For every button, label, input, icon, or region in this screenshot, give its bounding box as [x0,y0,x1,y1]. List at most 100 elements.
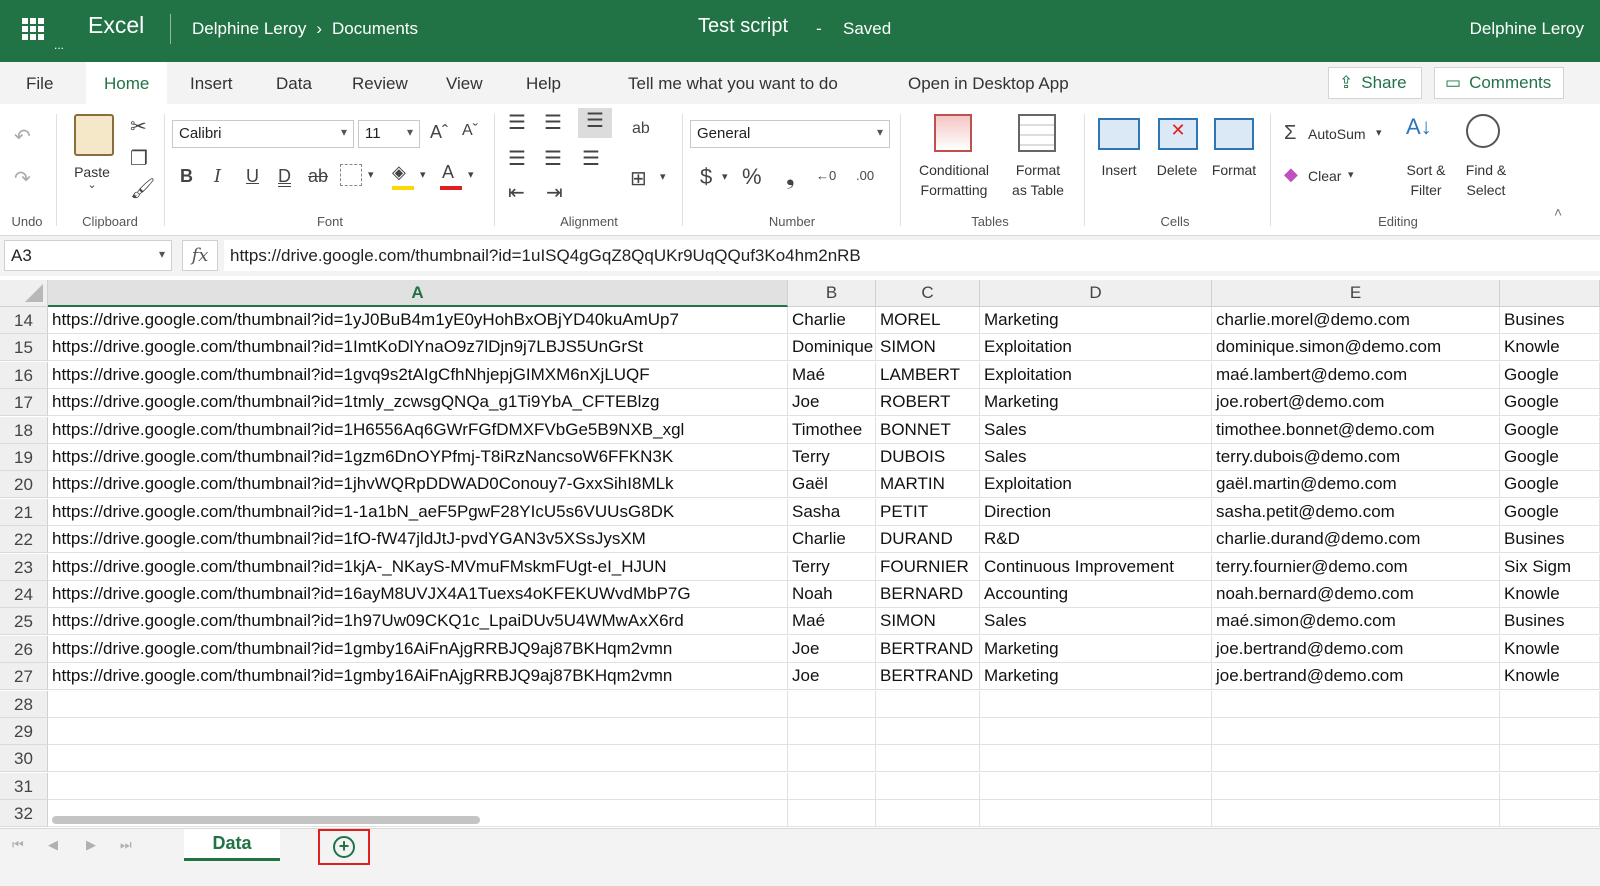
cell-a-30[interactable] [48,745,788,773]
cell-b-24[interactable]: Noah [788,581,876,608]
cell-f-31[interactable] [1500,772,1600,800]
merge-center-icon[interactable]: ⊞ [630,166,647,191]
cell-a-18[interactable]: https://drive.google.com/thumbnail?id=1H… [48,416,788,444]
row-header[interactable]: 21 [0,498,48,526]
row-header[interactable]: 25 [0,608,48,636]
cell-a-28[interactable] [48,690,788,718]
cell-b-30[interactable] [788,745,876,773]
format-cells-icon[interactable] [1214,118,1254,150]
strikethrough-button[interactable]: ab [308,166,328,187]
number-format-select[interactable]: General ▾ [690,120,890,148]
cell-f-17[interactable]: Google [1500,389,1600,417]
cell-c-22[interactable]: DURAND [876,526,980,554]
decrease-indent-icon[interactable]: ⇤ [508,180,525,205]
chevron-down-icon[interactable]: ▾ [722,170,728,183]
format-cells-button[interactable]: Format [1206,160,1262,180]
cell-f-28[interactable] [1500,690,1600,718]
cell-a-14[interactable]: https://drive.google.com/thumbnail?id=1y… [48,307,788,334]
cell-c-14[interactable]: MOREL [876,307,980,334]
cell-f-19[interactable]: Google [1500,444,1600,471]
cell-c-30[interactable] [876,745,980,773]
autosum-button[interactable]: AutoSum [1308,124,1370,144]
chevron-down-icon[interactable]: ▾ [368,168,374,181]
row-header[interactable]: 17 [0,389,48,417]
percent-icon[interactable]: % [742,164,762,190]
chevron-down-icon[interactable]: ▾ [660,170,666,183]
cell-e-22[interactable]: charlie.durand@demo.com [1212,526,1500,554]
cell-e-26[interactable]: joe.bertrand@demo.com [1212,635,1500,663]
cell-f-32[interactable] [1500,800,1600,828]
decrease-decimal-icon[interactable]: .00 [856,168,874,183]
cell-c-17[interactable]: ROBERT [876,389,980,417]
cell-b-19[interactable]: Terry [788,444,876,471]
currency-icon[interactable]: $ [700,164,712,190]
shrink-font-icon[interactable]: Aˇ [462,122,478,140]
row-header[interactable]: 19 [0,444,48,471]
font-size-select[interactable]: 11 ▾ [358,120,420,148]
cell-b-31[interactable] [788,772,876,800]
chevron-down-icon[interactable]: ▾ [1348,168,1354,181]
sort-filter-icon[interactable]: A↓ [1406,114,1432,140]
cell-e-32[interactable] [1212,800,1500,828]
copy-icon[interactable]: ❐ [130,146,148,171]
cell-c-21[interactable]: PETIT [876,498,980,526]
borders-icon[interactable] [340,164,362,186]
cell-f-18[interactable]: Google [1500,416,1600,444]
cell-a-19[interactable]: https://drive.google.com/thumbnail?id=1g… [48,444,788,471]
cell-f-21[interactable]: Google [1500,498,1600,526]
fill-color-icon[interactable]: ◈ [392,162,406,183]
eraser-icon[interactable]: ◆ [1284,164,1298,185]
cell-a-17[interactable]: https://drive.google.com/thumbnail?id=1t… [48,389,788,417]
cell-e-17[interactable]: joe.robert@demo.com [1212,389,1500,417]
cell-a-26[interactable]: https://drive.google.com/thumbnail?id=1g… [48,635,788,663]
cell-a-23[interactable]: https://drive.google.com/thumbnail?id=1k… [48,553,788,581]
row-header[interactable]: 15 [0,334,48,362]
cell-f-20[interactable]: Google [1500,471,1600,499]
cell-f-29[interactable] [1500,718,1600,745]
tab-home[interactable]: Home [86,62,168,104]
row-header[interactable]: 20 [0,471,48,499]
cell-a-25[interactable]: https://drive.google.com/thumbnail?id=1h… [48,608,788,636]
cell-d-17[interactable]: Marketing [980,389,1212,417]
sort-filter-button[interactable]: Sort & Filter [1398,160,1454,200]
tab-help[interactable]: Help [526,74,561,94]
horizontal-scrollbar[interactable] [52,816,480,824]
cell-f-26[interactable]: Knowle [1500,635,1600,663]
cell-e-27[interactable]: joe.bertrand@demo.com [1212,663,1500,691]
cell-d-22[interactable]: R&D [980,526,1212,554]
cell-d-23[interactable]: Continuous Improvement [980,553,1212,581]
tab-file[interactable]: File [26,74,53,94]
row-header[interactable]: 16 [0,361,48,389]
cell-f-25[interactable]: Busines [1500,608,1600,636]
cell-b-16[interactable]: Maé [788,361,876,389]
cell-d-20[interactable]: Exploitation [980,471,1212,499]
cell-a-15[interactable]: https://drive.google.com/thumbnail?id=1I… [48,334,788,362]
align-left-icon[interactable]: ☰ [508,146,526,171]
cell-f-14[interactable]: Busines [1500,307,1600,334]
cell-f-15[interactable]: Knowle [1500,334,1600,362]
prev-sheet-icon[interactable]: ◀ [48,837,58,853]
align-middle-icon[interactable]: ☰ [544,110,562,135]
first-sheet-icon[interactable]: ⏮ [12,837,24,853]
insert-cells-icon[interactable] [1098,118,1140,150]
row-header[interactable]: 27 [0,663,48,691]
clear-button[interactable]: Clear [1308,166,1348,186]
cell-d-30[interactable] [980,745,1212,773]
find-select-button[interactable]: Find & Select [1456,160,1516,200]
cell-c-25[interactable]: SIMON [876,608,980,636]
cell-a-22[interactable]: https://drive.google.com/thumbnail?id=1f… [48,526,788,554]
cell-d-29[interactable] [980,718,1212,745]
row-header[interactable]: 30 [0,745,48,773]
cell-d-19[interactable]: Sales [980,444,1212,471]
cell-b-17[interactable]: Joe [788,389,876,417]
cell-a-29[interactable] [48,718,788,745]
cell-e-18[interactable]: timothee.bonnet@demo.com [1212,416,1500,444]
cell-e-25[interactable]: maé.simon@demo.com [1212,608,1500,636]
cell-c-19[interactable]: DUBOIS [876,444,980,471]
cell-b-32[interactable] [788,800,876,828]
cell-e-30[interactable] [1212,745,1500,773]
cell-c-28[interactable] [876,690,980,718]
cell-e-19[interactable]: terry.dubois@demo.com [1212,444,1500,471]
increase-indent-icon[interactable]: ⇥ [546,180,563,205]
paste-icon[interactable] [74,114,114,156]
